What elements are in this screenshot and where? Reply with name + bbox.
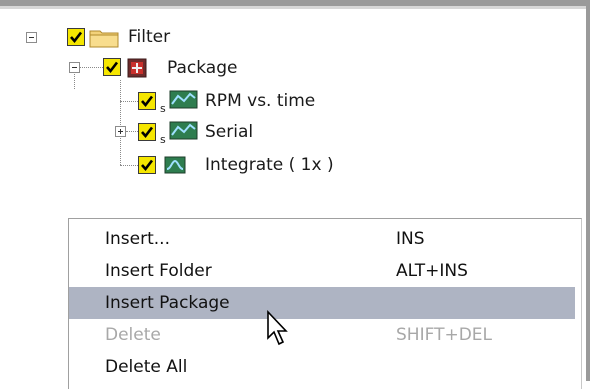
- svg-text:s: s: [160, 133, 166, 145]
- collapse-toggle-package[interactable]: [69, 62, 80, 73]
- menu-item-label: Delete All: [105, 357, 188, 377]
- graph-s-icon: s: [160, 121, 198, 145]
- menu-item-insert-package[interactable]: Insert Package: [69, 287, 575, 319]
- menu-item-label: Delete: [105, 325, 161, 345]
- panel-right-border: [586, 0, 590, 381]
- menu-item-label: Insert Folder: [105, 261, 212, 281]
- tree-view-panel: Filter Package s RPM vs. time s Serial I…: [0, 0, 590, 389]
- mouse-pointer-icon: [267, 310, 288, 346]
- tree-line: [126, 131, 138, 132]
- menu-item-label: Insert...: [105, 229, 170, 249]
- menu-item-delete[interactable]: Delete SHIFT+DEL: [69, 319, 575, 351]
- menu-item-shortcut: ALT+INS: [396, 261, 468, 281]
- menu-item-shortcut: SHIFT+DEL: [396, 325, 492, 345]
- tree-line: [120, 80, 121, 165]
- menu-item-insert[interactable]: Insert... INS: [69, 223, 575, 255]
- tree-line: [79, 67, 103, 68]
- checkbox-integrate[interactable]: [138, 156, 156, 174]
- tree-item-label-package[interactable]: Package: [167, 58, 237, 78]
- svg-text:s: s: [160, 102, 166, 114]
- tree-line: [120, 101, 138, 102]
- menu-item-label: Insert Package: [105, 293, 230, 313]
- tree-item-label-serial[interactable]: Serial: [205, 122, 253, 142]
- expand-toggle-serial[interactable]: [115, 126, 126, 137]
- tree-line: [120, 165, 138, 166]
- tree-item-label-rpm-vs-time[interactable]: RPM vs. time: [205, 91, 315, 111]
- checkbox-serial[interactable]: [138, 123, 156, 141]
- menu-item-insert-folder[interactable]: Insert Folder ALT+INS: [69, 255, 575, 287]
- menu-item-shortcut: INS: [396, 229, 425, 249]
- checkbox-filter[interactable]: [67, 28, 85, 46]
- checkbox-package[interactable]: [103, 58, 121, 76]
- tree-item-label-filter[interactable]: Filter: [128, 27, 170, 47]
- folder-icon: [89, 30, 119, 48]
- collapse-toggle-filter[interactable]: [26, 32, 37, 43]
- package-icon: [127, 58, 147, 78]
- menu-item-delete-all[interactable]: Delete All: [69, 351, 575, 383]
- graph-s-icon: s: [160, 90, 198, 114]
- context-menu: Insert... INS Insert Folder ALT+INS Inse…: [68, 218, 582, 389]
- tree-item-label-integrate[interactable]: Integrate ( 1x ): [205, 155, 334, 175]
- panel-top-border-inner: [0, 6, 590, 9]
- checkbox-rpm-vs-time[interactable]: [138, 92, 156, 110]
- integrate-icon: [164, 156, 186, 174]
